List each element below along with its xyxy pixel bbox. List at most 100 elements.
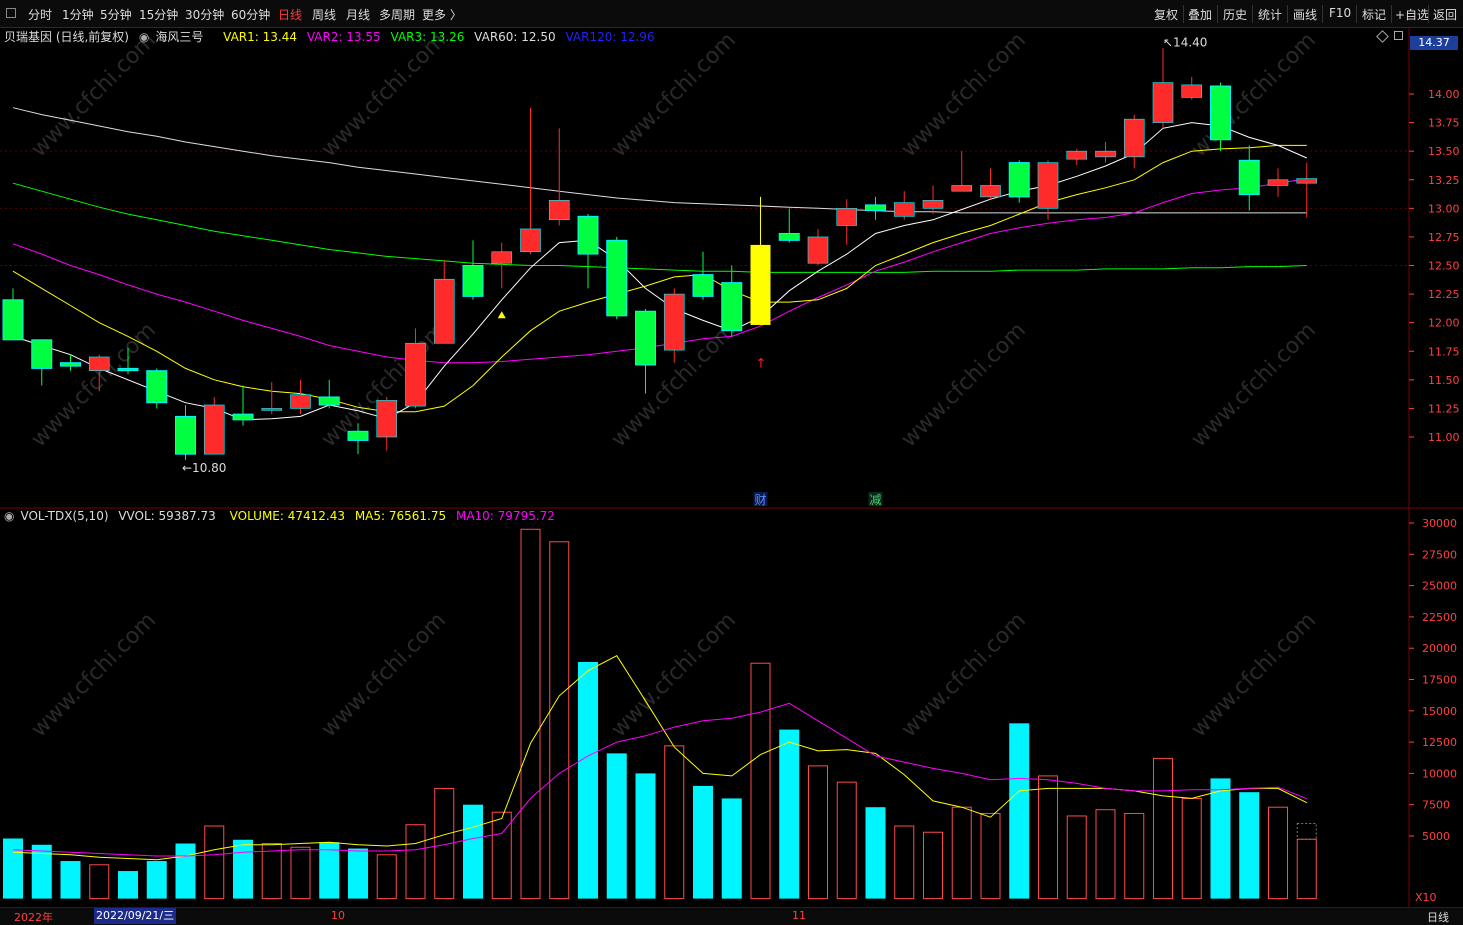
period-tab-15min[interactable]: 15分钟 bbox=[139, 6, 178, 23]
var3-value: VAR3: 13.26 bbox=[390, 30, 465, 44]
watermark-text: www.cfchi.com bbox=[897, 318, 1031, 452]
volume-bar bbox=[865, 807, 886, 899]
volume-bar bbox=[1095, 809, 1116, 900]
candle-body bbox=[1008, 162, 1030, 198]
indicator-gear-icon[interactable]: ◉ bbox=[139, 30, 149, 44]
candle-body bbox=[1037, 162, 1059, 209]
candle-body bbox=[1152, 82, 1174, 123]
period-tab-more[interactable]: 更多 〉 bbox=[422, 6, 462, 23]
volume-bar bbox=[1009, 723, 1030, 899]
volume-bar bbox=[980, 812, 1001, 900]
candle-body bbox=[778, 232, 800, 241]
candle-body bbox=[865, 204, 886, 212]
watermark-text: www.cfchi.com bbox=[607, 608, 741, 742]
candle-body bbox=[548, 200, 570, 221]
candle-body bbox=[692, 274, 714, 297]
mark-button[interactable]: 标记 bbox=[1362, 6, 1386, 23]
volume-bar bbox=[750, 662, 771, 900]
candle-body bbox=[117, 367, 139, 372]
stats-button[interactable]: 统计 bbox=[1258, 6, 1282, 23]
candle-body bbox=[31, 339, 53, 369]
candle-body bbox=[893, 202, 915, 217]
volume-bar bbox=[693, 785, 713, 899]
volume-tick-label: 20000 bbox=[1422, 642, 1457, 655]
price-tick-label: 13.25 bbox=[1428, 174, 1460, 187]
candle-body bbox=[520, 228, 541, 253]
period-tab-daily[interactable]: 日线 bbox=[278, 6, 302, 23]
toolbar-divider bbox=[1391, 5, 1392, 23]
indicator-name[interactable]: 海风三号 bbox=[155, 30, 203, 44]
toolbar-divider bbox=[1356, 5, 1357, 23]
date-axis: 2022年 2022/09/21/三 10 11 日线 bbox=[0, 907, 1463, 925]
f10-button[interactable]: F10 bbox=[1329, 6, 1351, 20]
toolbar-divider bbox=[1217, 5, 1218, 23]
volume-bar bbox=[1124, 812, 1145, 900]
maximize-icon[interactable] bbox=[1394, 31, 1403, 40]
candle-body bbox=[1296, 178, 1318, 184]
year-label: 2022年 bbox=[14, 911, 53, 924]
period-tab-monthly[interactable]: 月线 bbox=[346, 6, 370, 23]
projected-volume-bar bbox=[1296, 822, 1317, 840]
period-tab-1min[interactable]: 1分钟 bbox=[62, 6, 94, 23]
event-cai-label: 财 bbox=[755, 493, 767, 507]
ma5-value: MA5: 76561.75 bbox=[354, 509, 447, 523]
period-tab-fenshi[interactable]: 分时 bbox=[28, 6, 52, 23]
window-menu-icon[interactable] bbox=[6, 8, 16, 18]
toolbar-divider bbox=[1183, 5, 1184, 23]
add-watchlist-button[interactable]: +自选 bbox=[1395, 6, 1429, 23]
candle-body bbox=[635, 310, 656, 366]
candle-body bbox=[60, 362, 81, 367]
month-label-10: 10 bbox=[331, 909, 345, 922]
period-tab-weekly[interactable]: 周线 bbox=[312, 6, 336, 23]
event-jian-label: 减 bbox=[870, 493, 882, 507]
var60-value: VAR60: 12.50 bbox=[474, 30, 556, 44]
var2-line bbox=[12, 144, 1307, 413]
volume-bar bbox=[405, 824, 426, 900]
period-tab-multi[interactable]: 多周期 bbox=[379, 6, 415, 23]
candle-body bbox=[433, 278, 455, 344]
high-price-label: ↖14.40 bbox=[1163, 35, 1207, 49]
month-label-11: 11 bbox=[792, 909, 806, 922]
period-tab-60min[interactable]: 60分钟 bbox=[231, 6, 270, 23]
volume-bar bbox=[664, 745, 685, 900]
candle-body bbox=[146, 370, 168, 404]
adjust-button[interactable]: 复权 bbox=[1154, 6, 1178, 23]
candle-body bbox=[261, 408, 283, 411]
candle-body bbox=[290, 394, 311, 409]
indicator-gear-icon[interactable]: ◉ bbox=[4, 509, 14, 523]
volume-bar bbox=[146, 861, 167, 899]
candle-body bbox=[491, 251, 513, 264]
cursor-date-chip: 2022/09/21/三 bbox=[94, 908, 177, 924]
candle-body bbox=[663, 293, 685, 351]
candle-body bbox=[721, 282, 743, 332]
price-tick-label: 13.50 bbox=[1428, 145, 1460, 158]
period-tab-30min[interactable]: 30分钟 bbox=[185, 6, 224, 23]
low-price-label: ←10.80 bbox=[182, 461, 226, 475]
watermark-text: www.cfchi.com bbox=[317, 28, 451, 162]
volume-tick-label: 27500 bbox=[1422, 548, 1457, 561]
volume-bar bbox=[1210, 778, 1231, 899]
volume-bar bbox=[3, 838, 23, 899]
draw-line-button[interactable]: 画线 bbox=[1293, 6, 1317, 23]
volume-bar bbox=[836, 781, 857, 900]
back-button[interactable]: 返回 bbox=[1433, 6, 1457, 23]
volume-bar bbox=[290, 846, 311, 900]
vol-indicator-name[interactable]: VOL-TDX(5,10) bbox=[20, 509, 108, 523]
overlay-button[interactable]: 叠加 bbox=[1188, 6, 1212, 23]
volume-bar bbox=[204, 825, 225, 900]
toolbar-divider bbox=[1428, 5, 1429, 23]
var120-value: VAR120: 12.96 bbox=[565, 30, 655, 44]
volume-bar bbox=[549, 541, 570, 900]
candle-body bbox=[807, 236, 829, 264]
volume-bar bbox=[808, 765, 828, 900]
candle-body bbox=[347, 430, 369, 441]
period-tab-5min[interactable]: 5分钟 bbox=[100, 6, 132, 23]
history-button[interactable]: 历史 bbox=[1223, 6, 1247, 23]
volume-bar bbox=[578, 661, 598, 899]
stock-title[interactable]: 贝瑞基因 (日线,前复权) bbox=[4, 30, 129, 44]
kline-chart[interactable]: www.cfchi.com www.cfchi.com www.cfchi.com w… bbox=[0, 28, 1463, 907]
candle-body bbox=[577, 215, 599, 255]
candle-body bbox=[1181, 84, 1203, 98]
candle-body bbox=[88, 356, 110, 371]
watermark-text: www.cfchi.com bbox=[317, 608, 451, 742]
